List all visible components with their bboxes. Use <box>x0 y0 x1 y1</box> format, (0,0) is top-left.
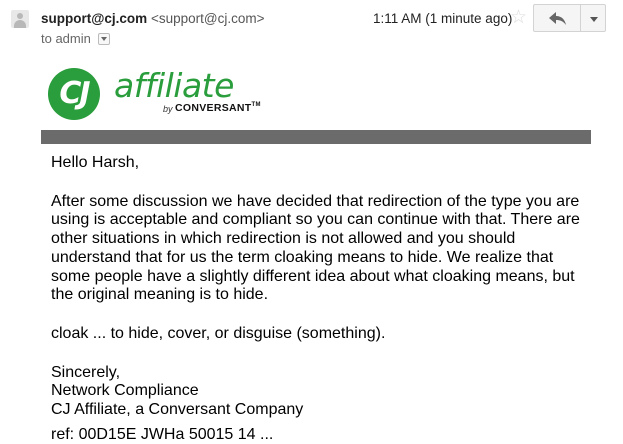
logo-by-text: by <box>163 104 173 114</box>
definition-line: cloak ... to hide, cover, or disguise (s… <box>51 324 386 342</box>
logo-wordmark: affiliate <box>114 66 234 105</box>
reply-arrow-icon <box>549 12 566 25</box>
signoff: Sincerely, <box>51 363 121 381</box>
reply-button[interactable] <box>533 4 581 32</box>
sender-name[interactable]: support@cj.com <box>41 11 147 26</box>
sender-email: <support@cj.com> <box>150 11 265 26</box>
logo-brand-text: CONVERSANTTM <box>175 102 261 114</box>
signature-company: CJ Affiliate, a Conversant Company <box>51 401 304 419</box>
timestamp: 1:11 AM (1 minute ago) <box>373 11 513 26</box>
email-body: Hello Harsh, After some discussion we ha… <box>51 154 596 420</box>
trademark-mark: TM <box>251 102 261 108</box>
more-actions-button[interactable] <box>580 4 606 32</box>
cj-logo-letters: CJ <box>59 76 90 111</box>
ref-line-cutoff: ref: 00D15E JWHa 50015 14 ... <box>51 426 274 443</box>
sender-line: support@cj.com <support@cj.com> <box>41 11 264 26</box>
message-paragraph: After some discussion we have decided th… <box>51 192 580 304</box>
greeting: Hello Harsh, <box>51 154 140 171</box>
details-dropdown-icon[interactable] <box>97 32 110 45</box>
person-avatar-icon[interactable] <box>11 10 29 28</box>
divider-bar <box>41 130 591 144</box>
star-icon[interactable]: ☆ <box>510 8 527 28</box>
signature-team: Network Compliance <box>51 382 199 400</box>
recipient-label: to admin <box>41 31 91 46</box>
cj-logo-mark: CJ <box>48 68 100 120</box>
email-header: support@cj.com <support@cj.com> to admin… <box>0 0 623 60</box>
recipient-line[interactable]: to admin <box>41 31 110 46</box>
cj-affiliate-logo: CJ affiliate by CONVERSANTTM <box>48 66 268 122</box>
